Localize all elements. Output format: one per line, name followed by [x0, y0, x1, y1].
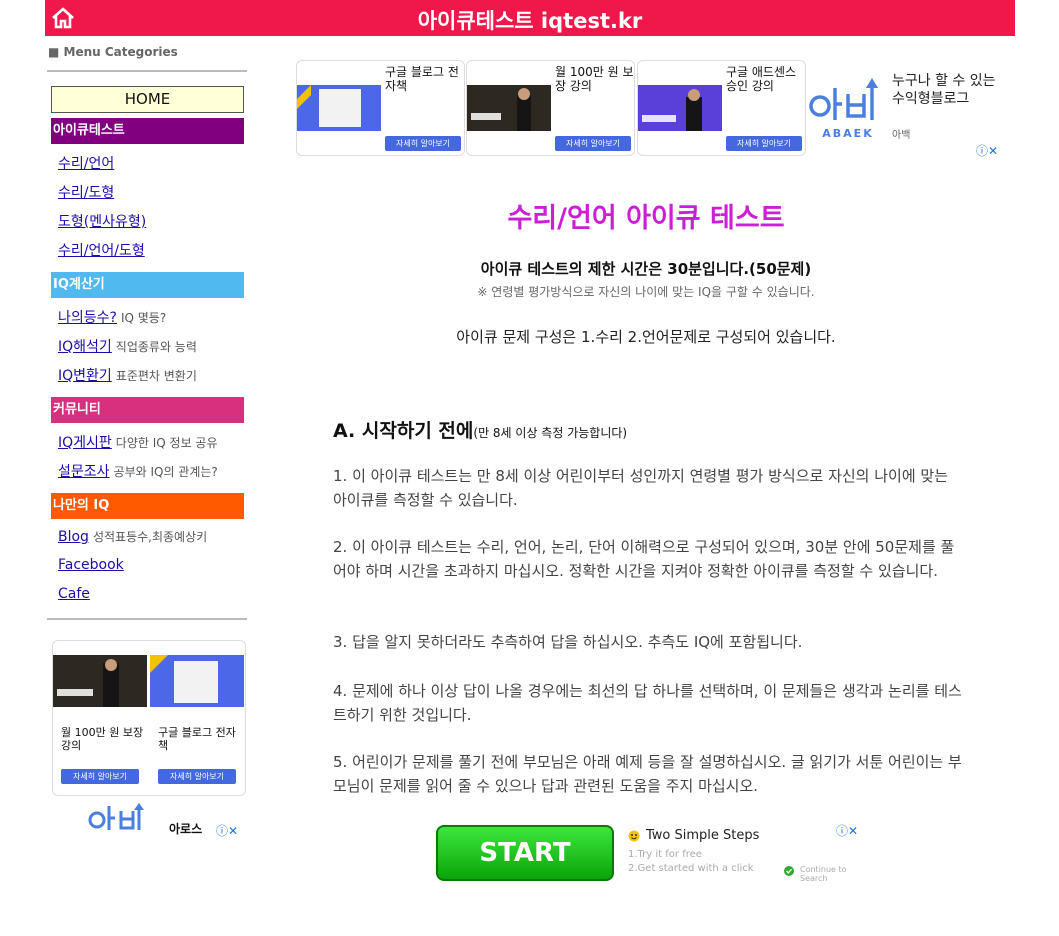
section-iq-calculator-header: IQ계산기: [51, 272, 244, 298]
section-iqtest-header: 아이큐테스트: [51, 118, 244, 144]
ad-brand-sub: 아백: [892, 130, 911, 141]
ad-card[interactable]: 월 100만 원 보장 강의 자세히 알아보기: [466, 60, 635, 156]
ad-step: 2.Get started with a click: [628, 863, 754, 874]
sidebar-item-mensa[interactable]: 도형(멘사유형): [58, 211, 146, 231]
sidebar-link[interactable]: IQ게시판: [58, 435, 112, 451]
section-my-iq-header: 나만의 IQ: [51, 493, 244, 519]
section-a-title: A. 시작하기 전에: [333, 420, 474, 442]
composition-text: 아이큐 문제 구성은 1.수리 2.언어문제로 구성되어 있습니다.: [456, 328, 836, 346]
abaek-logo-text: ABAEK: [822, 127, 873, 140]
sidebar-item-math-figure[interactable]: 수리/도형: [58, 182, 114, 202]
smiley-icon: [628, 830, 640, 842]
ad-lecture-image: [53, 655, 147, 707]
ad-card-text: 구글 애드센스 승인 강의: [726, 65, 797, 93]
sidebar-item-blog[interactable]: Blog 성적표등수,최종예상키: [58, 528, 207, 545]
ad-card[interactable]: 월 100만 원 보장 강의 자세히 알아보기: [53, 641, 147, 795]
instruction-paragraph: 1. 이 아이큐 테스트는 만 8세 이상 어린이부터 성인까지 연령별 평가 …: [333, 467, 949, 509]
sidebar-link[interactable]: Blog: [58, 529, 89, 545]
ad-card[interactable]: 구글 블로그 전자책 자세히 알아보기: [296, 60, 465, 156]
abaek-logo[interactable]: ABAEK: [808, 74, 888, 142]
instruction-paragraph: 3. 답을 알지 못하더라도 추측하여 답을 하십시오. 추측도 IQ에 포함됩…: [333, 633, 803, 651]
sidebar-link[interactable]: 나의등수?: [58, 310, 117, 326]
sidebar-link[interactable]: 수리/언어: [58, 156, 114, 172]
sidebar-item-sub: 공부와 IQ의 관계는?: [113, 465, 218, 479]
ad-card-text: 구글 블로그 전자책: [158, 726, 236, 752]
page-title: 수리/언어 아이큐 테스트: [507, 203, 785, 234]
instruction-paragraph: 5. 어린이가 문제를 풀기 전에 부모님은 아래 예제 등을 잘 설명하십시오…: [333, 753, 962, 795]
sidebar-item-sub: 성적표등수,최종예상키: [92, 530, 208, 544]
adchoices-icon[interactable]: ⓘ✕: [216, 822, 238, 839]
ad-card-button[interactable]: 자세히 알아보기: [385, 136, 461, 151]
top-ad-banner[interactable]: 구글 블로그 전자책 자세히 알아보기 월 100만 원 보장 강의 자세히 알…: [296, 60, 806, 156]
sidebar-item-board[interactable]: IQ게시판 다양한 IQ 정보 공유: [58, 432, 218, 452]
time-limit-text: 아이큐 테스트의 제한 시간은 30분입니다.(50문제): [480, 260, 812, 278]
ad-card-text: 구글 블로그 전자책: [385, 65, 459, 93]
ad-card-button[interactable]: 자세히 알아보기: [555, 136, 631, 151]
ad-step: 1.Try it for free: [628, 849, 702, 860]
adchoices-icon[interactable]: ⓘ✕: [976, 142, 998, 159]
home-button[interactable]: HOME: [51, 86, 244, 113]
section-a-heading: A. 시작하기 전에(만 8세 이상 측정 가능합니다): [333, 416, 627, 443]
start-button[interactable]: START: [436, 825, 614, 881]
menu-categories-label: ■ Menu Categories: [48, 45, 178, 59]
ad-ebook-image: [297, 85, 381, 131]
sidebar-item-interpreter[interactable]: IQ해석기 직업종류와 능력: [58, 336, 197, 356]
ad-steps-title: Two Simple Steps: [646, 828, 760, 843]
sidebar-item-sub: 표준편차 변환기: [115, 369, 197, 383]
check-icon: [784, 866, 794, 876]
sidebar-item-facebook[interactable]: Facebook: [58, 557, 124, 573]
site-title[interactable]: 아이큐테스트 iqtest.kr: [45, 5, 1015, 35]
ad-card-button[interactable]: 자세히 알아보기: [61, 769, 139, 784]
sidebar-item-rank[interactable]: 나의등수? IQ 몇등?: [58, 307, 166, 327]
ad-adsense-image: [638, 85, 722, 131]
sidebar-ad[interactable]: 월 100만 원 보장 강의 자세히 알아보기 구글 블로그 전자책 자세히 알…: [52, 640, 246, 796]
ad-lecture-image: [467, 85, 551, 131]
ad-card-text: 월 100만 원 보장 강의: [555, 65, 634, 93]
sidebar-link[interactable]: 도형(멘사유형): [58, 214, 146, 230]
sidebar-item-sub: 직업종류와 능력: [115, 340, 197, 354]
abaek-logo[interactable]: 아백: [87, 802, 155, 832]
ad-card[interactable]: 구글 블로그 전자책 자세히 알아보기: [150, 641, 244, 795]
section-community-header: 커뮤니티: [51, 397, 244, 423]
sidebar-link[interactable]: IQ해석기: [58, 339, 112, 355]
start-ad-banner[interactable]: START Two Simple Steps 1.Try it for free…: [436, 824, 866, 884]
ad-card[interactable]: 구글 애드센스 승인 강의 자세히 알아보기: [637, 60, 806, 156]
instruction-paragraph: 4. 문제에 하나 이상 답이 나올 경우에는 최선의 답 하나를 선택하며, …: [333, 682, 962, 724]
sidebar-item-math-language-figure[interactable]: 수리/언어/도형: [58, 240, 145, 260]
sidebar-link[interactable]: 설문조사: [58, 464, 110, 480]
sidebar-item-survey[interactable]: 설문조사 공부와 IQ의 관계는?: [58, 461, 218, 481]
sidebar-item-sub: 다양한 IQ 정보 공유: [115, 436, 218, 450]
ad-brand-text: 아로스: [169, 822, 203, 836]
site-header: 아이큐테스트 iqtest.kr: [45, 0, 1015, 36]
sidebar-link[interactable]: 수리/언어/도형: [58, 243, 145, 259]
time-limit-note: ※ 연령별 평가방식으로 자신의 나이에 맞는 IQ을 구할 수 있습니다.: [477, 285, 815, 299]
sidebar-item-math-language[interactable]: 수리/언어: [58, 153, 114, 173]
ad-card-text: 월 100만 원 보장 강의: [61, 726, 144, 752]
section-a-note: (만 8세 이상 측정 가능합니다): [473, 426, 628, 440]
instruction-paragraph: 2. 이 아이큐 테스트는 수리, 언어, 논리, 단어 이해력으로 구성되어 …: [333, 538, 955, 580]
ad-continue-text: Continue to Search: [800, 865, 847, 883]
sidebar-link[interactable]: Facebook: [58, 557, 124, 573]
divider: [47, 70, 247, 72]
divider: [47, 618, 247, 620]
sidebar-link[interactable]: Cafe: [58, 586, 90, 602]
sidebar-item-sub: IQ 몇등?: [120, 311, 167, 325]
ad-ebook-image: [150, 655, 244, 707]
sidebar-link[interactable]: IQ변환기: [58, 368, 112, 384]
adchoices-icon[interactable]: ⓘ✕: [836, 822, 858, 839]
sidebar-link[interactable]: 수리/도형: [58, 185, 114, 201]
ad-card-button[interactable]: 자세히 알아보기: [158, 769, 236, 784]
ad-card-button[interactable]: 자세히 알아보기: [726, 136, 802, 151]
sidebar-item-converter[interactable]: IQ변환기 표준편차 변환기: [58, 365, 197, 385]
sidebar-item-cafe[interactable]: Cafe: [58, 586, 90, 602]
ad-tagline: 누구나 할 수 있는 수익형블로그: [892, 73, 996, 107]
